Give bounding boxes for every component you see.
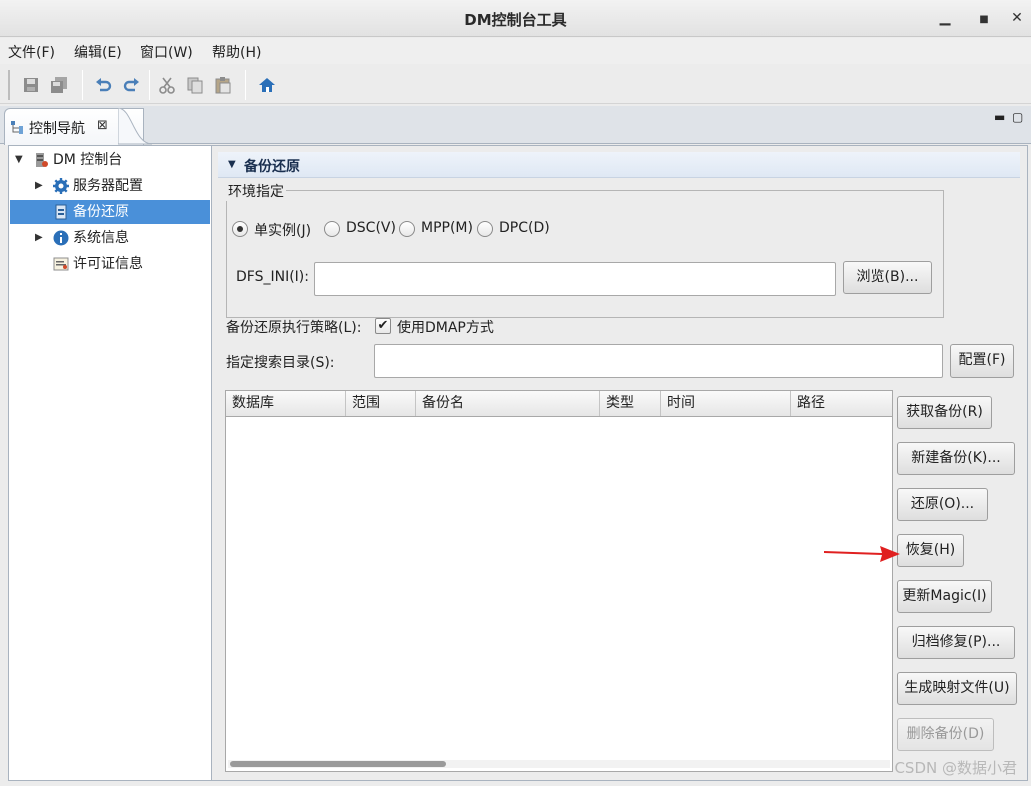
tree-item-label: 系统信息 bbox=[73, 230, 129, 246]
tab-curve bbox=[118, 108, 152, 145]
menu-edit[interactable]: 编辑(E) bbox=[74, 42, 122, 62]
license-icon bbox=[53, 257, 69, 271]
archive-repair-button[interactable]: 归档修复(P)... bbox=[897, 626, 1015, 659]
annotation-arrow-icon bbox=[824, 546, 900, 562]
radio-single-instance[interactable] bbox=[232, 221, 248, 237]
table-header: 数据库 范围 备份名 类型 时间 路径 bbox=[226, 391, 892, 417]
undo-icon[interactable] bbox=[95, 76, 113, 94]
expand-right-icon[interactable]: ▶ bbox=[35, 226, 43, 250]
maximize-view-icon[interactable]: ▢ bbox=[1012, 110, 1023, 124]
column-header[interactable]: 备份名 bbox=[416, 391, 600, 416]
minimize-icon: ▁ bbox=[939, 10, 951, 26]
column-header[interactable]: 路径 bbox=[791, 391, 892, 416]
generate-mapping-file-button[interactable]: 生成映射文件(U) bbox=[897, 672, 1017, 705]
paste-icon[interactable] bbox=[214, 76, 232, 94]
radio-mpp[interactable] bbox=[399, 221, 415, 237]
new-backup-button[interactable]: 新建备份(K)... bbox=[897, 442, 1015, 475]
restore-button[interactable]: 还原(O)... bbox=[897, 488, 988, 521]
delete-backup-button: 删除备份(D) bbox=[897, 718, 994, 751]
tree-item-system-info[interactable]: ▶ 系统信息 bbox=[9, 226, 211, 250]
tree-item-backup-restore[interactable]: 备份还原 bbox=[10, 200, 210, 224]
tree-nav-icon bbox=[11, 121, 23, 134]
watermark: CSDN @数据小君 bbox=[894, 759, 1017, 777]
scrollbar-thumb[interactable] bbox=[230, 761, 446, 767]
menu-file[interactable]: 文件(F) bbox=[8, 42, 55, 62]
backup-table[interactable]: 数据库 范围 备份名 类型 时间 路径 bbox=[225, 390, 893, 772]
save-all-icon[interactable] bbox=[50, 76, 68, 94]
gear-icon bbox=[53, 178, 69, 194]
expand-down-icon[interactable]: ▼ bbox=[15, 148, 23, 172]
window-title: DM控制台工具 bbox=[464, 11, 567, 29]
tree-item-label: 许可证信息 bbox=[73, 256, 143, 272]
close-window-button[interactable]: ✕ bbox=[1005, 6, 1029, 30]
expand-right-icon[interactable]: ▶ bbox=[35, 174, 43, 198]
section-title: 备份还原 bbox=[244, 159, 300, 175]
minimize-view-icon[interactable]: ▬ bbox=[994, 110, 1005, 124]
navigation-tree: ▼ DM 控制台 ▶ 服务器配置 备份还原 ▶ 系统信息 许可证信息 bbox=[8, 145, 212, 781]
column-header[interactable]: 时间 bbox=[661, 391, 791, 416]
tab-label: 控制导航 bbox=[29, 121, 85, 137]
info-icon bbox=[53, 230, 69, 246]
radio-label[interactable]: 单实例(J) bbox=[254, 220, 311, 240]
search-dir-input[interactable] bbox=[374, 344, 943, 378]
minimize-button[interactable]: ▁ bbox=[933, 6, 957, 30]
dfs-ini-input[interactable] bbox=[314, 262, 836, 296]
collapse-icon[interactable]: ▼ bbox=[228, 159, 236, 170]
toolbar bbox=[0, 66, 1031, 104]
close-tab-icon[interactable]: ⊠ bbox=[97, 118, 108, 133]
toolbar-separator bbox=[149, 70, 150, 100]
browse-button[interactable]: 浏览(B)... bbox=[843, 261, 932, 294]
horizontal-scrollbar[interactable] bbox=[228, 760, 890, 768]
fetch-backup-button[interactable]: 获取备份(R) bbox=[897, 396, 992, 429]
menu-help[interactable]: 帮助(H) bbox=[212, 42, 261, 62]
strategy-label: 备份还原执行策略(L): bbox=[226, 320, 362, 336]
dmap-checkbox-label[interactable]: 使用DMAP方式 bbox=[397, 317, 494, 337]
view-tab-bar: 控制导航 ⊠ bbox=[0, 106, 1031, 145]
home-icon[interactable] bbox=[258, 76, 276, 94]
redo-icon[interactable] bbox=[122, 76, 140, 94]
maximize-button[interactable]: ■ bbox=[972, 6, 996, 30]
dfs-ini-label: DFS_INI(I): bbox=[236, 269, 309, 285]
column-header[interactable]: 类型 bbox=[600, 391, 661, 416]
toolbar-grip bbox=[8, 70, 10, 100]
radio-label[interactable]: MPP(M) bbox=[421, 220, 473, 236]
dmap-checkbox[interactable]: ✔ bbox=[375, 318, 391, 334]
update-magic-button[interactable]: 更新Magic(I) bbox=[897, 580, 992, 613]
section-header[interactable]: ▼ 备份还原 bbox=[218, 152, 1020, 178]
toolbar-separator bbox=[245, 70, 246, 100]
close-icon: ✕ bbox=[1011, 10, 1023, 26]
tree-item-label: 备份还原 bbox=[73, 204, 129, 220]
tree-root-label: DM 控制台 bbox=[53, 152, 123, 168]
radio-dpc[interactable] bbox=[477, 221, 493, 237]
backup-icon bbox=[55, 204, 67, 220]
tree-item-label: 服务器配置 bbox=[73, 178, 143, 194]
environment-legend: 环境指定 bbox=[226, 181, 286, 201]
column-header[interactable]: 范围 bbox=[346, 391, 416, 416]
maximize-icon: ■ bbox=[979, 14, 989, 25]
radio-label[interactable]: DSC(V) bbox=[346, 220, 396, 236]
radio-label[interactable]: DPC(D) bbox=[499, 220, 550, 236]
toolbar-separator bbox=[82, 70, 83, 100]
recover-button[interactable]: 恢复(H) bbox=[897, 534, 964, 567]
save-icon[interactable] bbox=[22, 76, 40, 94]
database-server-icon bbox=[36, 153, 48, 167]
tree-item-license-info[interactable]: 许可证信息 bbox=[9, 252, 211, 276]
environment-group bbox=[226, 190, 944, 318]
window-titlebar: DM控制台工具 ▁ ■ ✕ bbox=[0, 0, 1031, 37]
copy-icon[interactable] bbox=[186, 76, 204, 94]
menu-bar: 文件(F) 编辑(E) 窗口(W) 帮助(H) bbox=[0, 38, 1031, 64]
config-button[interactable]: 配置(F) bbox=[950, 344, 1014, 378]
tree-root-dm-console[interactable]: ▼ DM 控制台 bbox=[9, 148, 211, 172]
cut-icon[interactable] bbox=[158, 76, 176, 94]
radio-dsc[interactable] bbox=[324, 221, 340, 237]
column-header[interactable]: 数据库 bbox=[226, 391, 346, 416]
tree-item-server-config[interactable]: ▶ 服务器配置 bbox=[9, 174, 211, 198]
menu-window[interactable]: 窗口(W) bbox=[140, 42, 193, 62]
search-dir-label: 指定搜索目录(S): bbox=[226, 355, 335, 371]
